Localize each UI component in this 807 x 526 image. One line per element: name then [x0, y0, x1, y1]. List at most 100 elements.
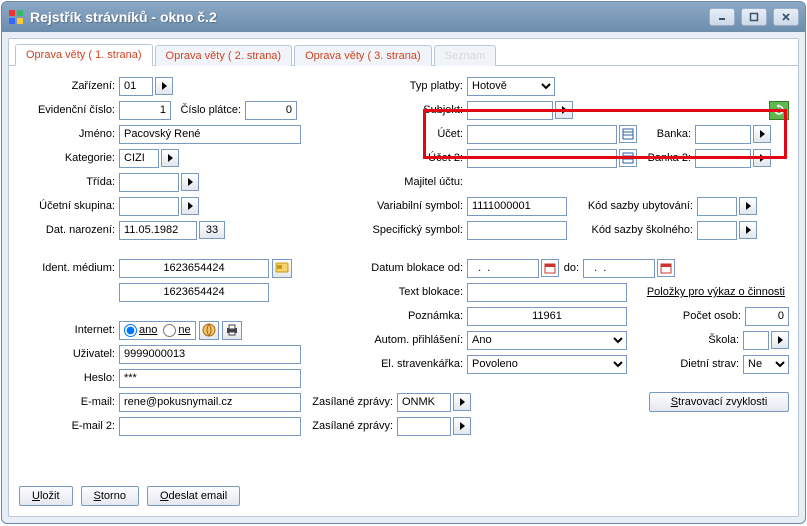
- kodubyt-input[interactable]: [697, 197, 737, 216]
- ucet-input[interactable]: [467, 125, 617, 144]
- pocetosob-input[interactable]: [745, 307, 789, 326]
- typplatby-select[interactable]: Hotově: [467, 77, 555, 96]
- banka-input[interactable]: [695, 125, 751, 144]
- printer-icon[interactable]: [222, 321, 242, 340]
- subjekt-lookup-icon[interactable]: [555, 101, 573, 119]
- zaszpr-input[interactable]: [397, 393, 451, 412]
- uctskup-lookup-icon[interactable]: [181, 197, 199, 215]
- varsym-input[interactable]: [467, 197, 567, 216]
- dietni-label: Dietní strav:: [627, 358, 743, 370]
- datblok-od-input[interactable]: [467, 259, 539, 278]
- save-button[interactable]: Uložit: [19, 486, 73, 506]
- dietni-select[interactable]: Ne: [743, 355, 789, 374]
- globe-icon[interactable]: [199, 321, 219, 340]
- calendar-do-icon[interactable]: [657, 259, 675, 277]
- kodubyt-label: Kód sazby ubytování:: [567, 200, 697, 212]
- identmed-card-icon[interactable]: [272, 259, 292, 278]
- varsym-label: Variabilní symbol:: [339, 200, 467, 212]
- banka-lookup-icon[interactable]: [753, 125, 771, 143]
- tab-page2[interactable]: Oprava věty ( 2. strana): [155, 45, 293, 66]
- typplatby-label: Typ platby:: [339, 80, 467, 92]
- jmeno-input[interactable]: [119, 125, 301, 144]
- tab-page1[interactable]: Oprava věty ( 1. strana): [15, 44, 153, 66]
- zaszpr2-lookup-icon[interactable]: [453, 417, 471, 435]
- pozn-input[interactable]: [467, 307, 627, 326]
- minimize-button[interactable]: [709, 8, 735, 26]
- zarizeni-input[interactable]: [119, 77, 153, 96]
- ucet-list-icon[interactable]: [619, 125, 637, 143]
- close-button[interactable]: [773, 8, 799, 26]
- uctskup-label: Účetní skupina:: [19, 200, 119, 212]
- kodskol-input[interactable]: [697, 221, 737, 240]
- kategorie-input[interactable]: [119, 149, 159, 168]
- autoprih-label: Autom. přihlášení:: [339, 334, 467, 346]
- datblok-do-input[interactable]: [583, 259, 655, 278]
- evid-label: Evidenční číslo:: [19, 104, 119, 116]
- internet-radio-group: ano ne: [119, 321, 196, 340]
- ucet2-input[interactable]: [467, 149, 617, 168]
- trida-label: Třída:: [19, 176, 119, 188]
- ucet2-list-icon[interactable]: [619, 149, 637, 167]
- heslo-label: Heslo:: [19, 372, 119, 384]
- identmed-label: Ident. médium:: [19, 262, 119, 274]
- datnar-input[interactable]: [119, 221, 197, 240]
- zarizeni-lookup-icon[interactable]: [155, 77, 173, 95]
- majitel-label: Majitel účtu:: [339, 176, 467, 188]
- uzivatel-input[interactable]: [119, 345, 301, 364]
- datblok-label: Datum blokace od:: [339, 262, 467, 274]
- subjekt-refresh-icon[interactable]: [769, 101, 789, 120]
- kodubyt-lookup-icon[interactable]: [739, 197, 757, 215]
- pocetosob-label: Počet osob:: [627, 310, 745, 322]
- titlebar: Rejstřík strávníků - okno č.2: [2, 2, 805, 32]
- skola-lookup-icon[interactable]: [771, 331, 789, 349]
- window-title: Rejstřík strávníků - okno č.2: [30, 9, 709, 25]
- polozky-heading: Položky pro výkaz o činnosti: [647, 286, 789, 298]
- autoprih-select[interactable]: Ano: [467, 331, 627, 350]
- window-frame: Rejstřík strávníků - okno č.2 Oprava vět…: [1, 1, 806, 524]
- heslo-input[interactable]: [119, 369, 301, 388]
- zaszpr-lookup-icon[interactable]: [453, 393, 471, 411]
- skola-input[interactable]: [743, 331, 769, 350]
- cancel-button[interactable]: Storno: [81, 486, 139, 506]
- stravzvyk-button[interactable]: Stravovací zvyklosti: [649, 392, 789, 412]
- app-icon: [8, 9, 24, 25]
- tabs: Oprava věty ( 1. strana) Oprava věty ( 2…: [9, 39, 798, 66]
- cisloplatce-label: Číslo plátce:: [171, 104, 245, 116]
- jmeno-label: Jméno:: [19, 128, 119, 140]
- tab-page3[interactable]: Oprava věty ( 3. strana): [294, 45, 432, 66]
- textblok-label: Text blokace:: [339, 286, 467, 298]
- identmed-input[interactable]: [119, 259, 269, 278]
- trida-input[interactable]: [119, 173, 179, 192]
- identmed2-input[interactable]: [119, 283, 269, 302]
- elstrav-label: El. stravenkářka:: [339, 358, 467, 370]
- tab-list[interactable]: Seznam: [434, 45, 496, 66]
- uctskup-input[interactable]: [119, 197, 179, 216]
- email2-input[interactable]: [119, 417, 301, 436]
- email-input[interactable]: [119, 393, 301, 412]
- kodskol-lookup-icon[interactable]: [739, 221, 757, 239]
- internet-ano-radio[interactable]: ano: [124, 324, 157, 337]
- elstrav-select[interactable]: Povoleno: [467, 355, 627, 374]
- client-area: Oprava věty ( 1. strana) Oprava věty ( 2…: [8, 38, 799, 517]
- banka2-label: Banka 2:: [637, 152, 695, 164]
- textblok-input[interactable]: [467, 283, 627, 302]
- send-email-button[interactable]: Odeslat email: [147, 486, 240, 506]
- maximize-button[interactable]: [741, 8, 767, 26]
- subjekt-input[interactable]: [467, 101, 553, 120]
- banka-label: Banka:: [637, 128, 695, 140]
- specsym-label: Specifický symbol:: [339, 224, 467, 236]
- trida-lookup-icon[interactable]: [181, 173, 199, 191]
- zaszpr2-input[interactable]: [397, 417, 451, 436]
- subjekt-label: Subjekt:: [339, 104, 467, 116]
- zaszpr2-label: Zasílané zprávy:: [303, 420, 397, 432]
- form-area: Zařízení: Evidenční číslo: Číslo plátce:…: [9, 66, 798, 480]
- kategorie-lookup-icon[interactable]: [161, 149, 179, 167]
- banka2-input[interactable]: [695, 149, 751, 168]
- datnar-label: Dat. narození:: [19, 224, 119, 236]
- cisloplatce-input[interactable]: [245, 101, 297, 120]
- banka2-lookup-icon[interactable]: [753, 149, 771, 167]
- specsym-input[interactable]: [467, 221, 567, 240]
- internet-ne-radio[interactable]: ne: [163, 324, 190, 337]
- evid-input[interactable]: [119, 101, 171, 120]
- calendar-od-icon[interactable]: [541, 259, 559, 277]
